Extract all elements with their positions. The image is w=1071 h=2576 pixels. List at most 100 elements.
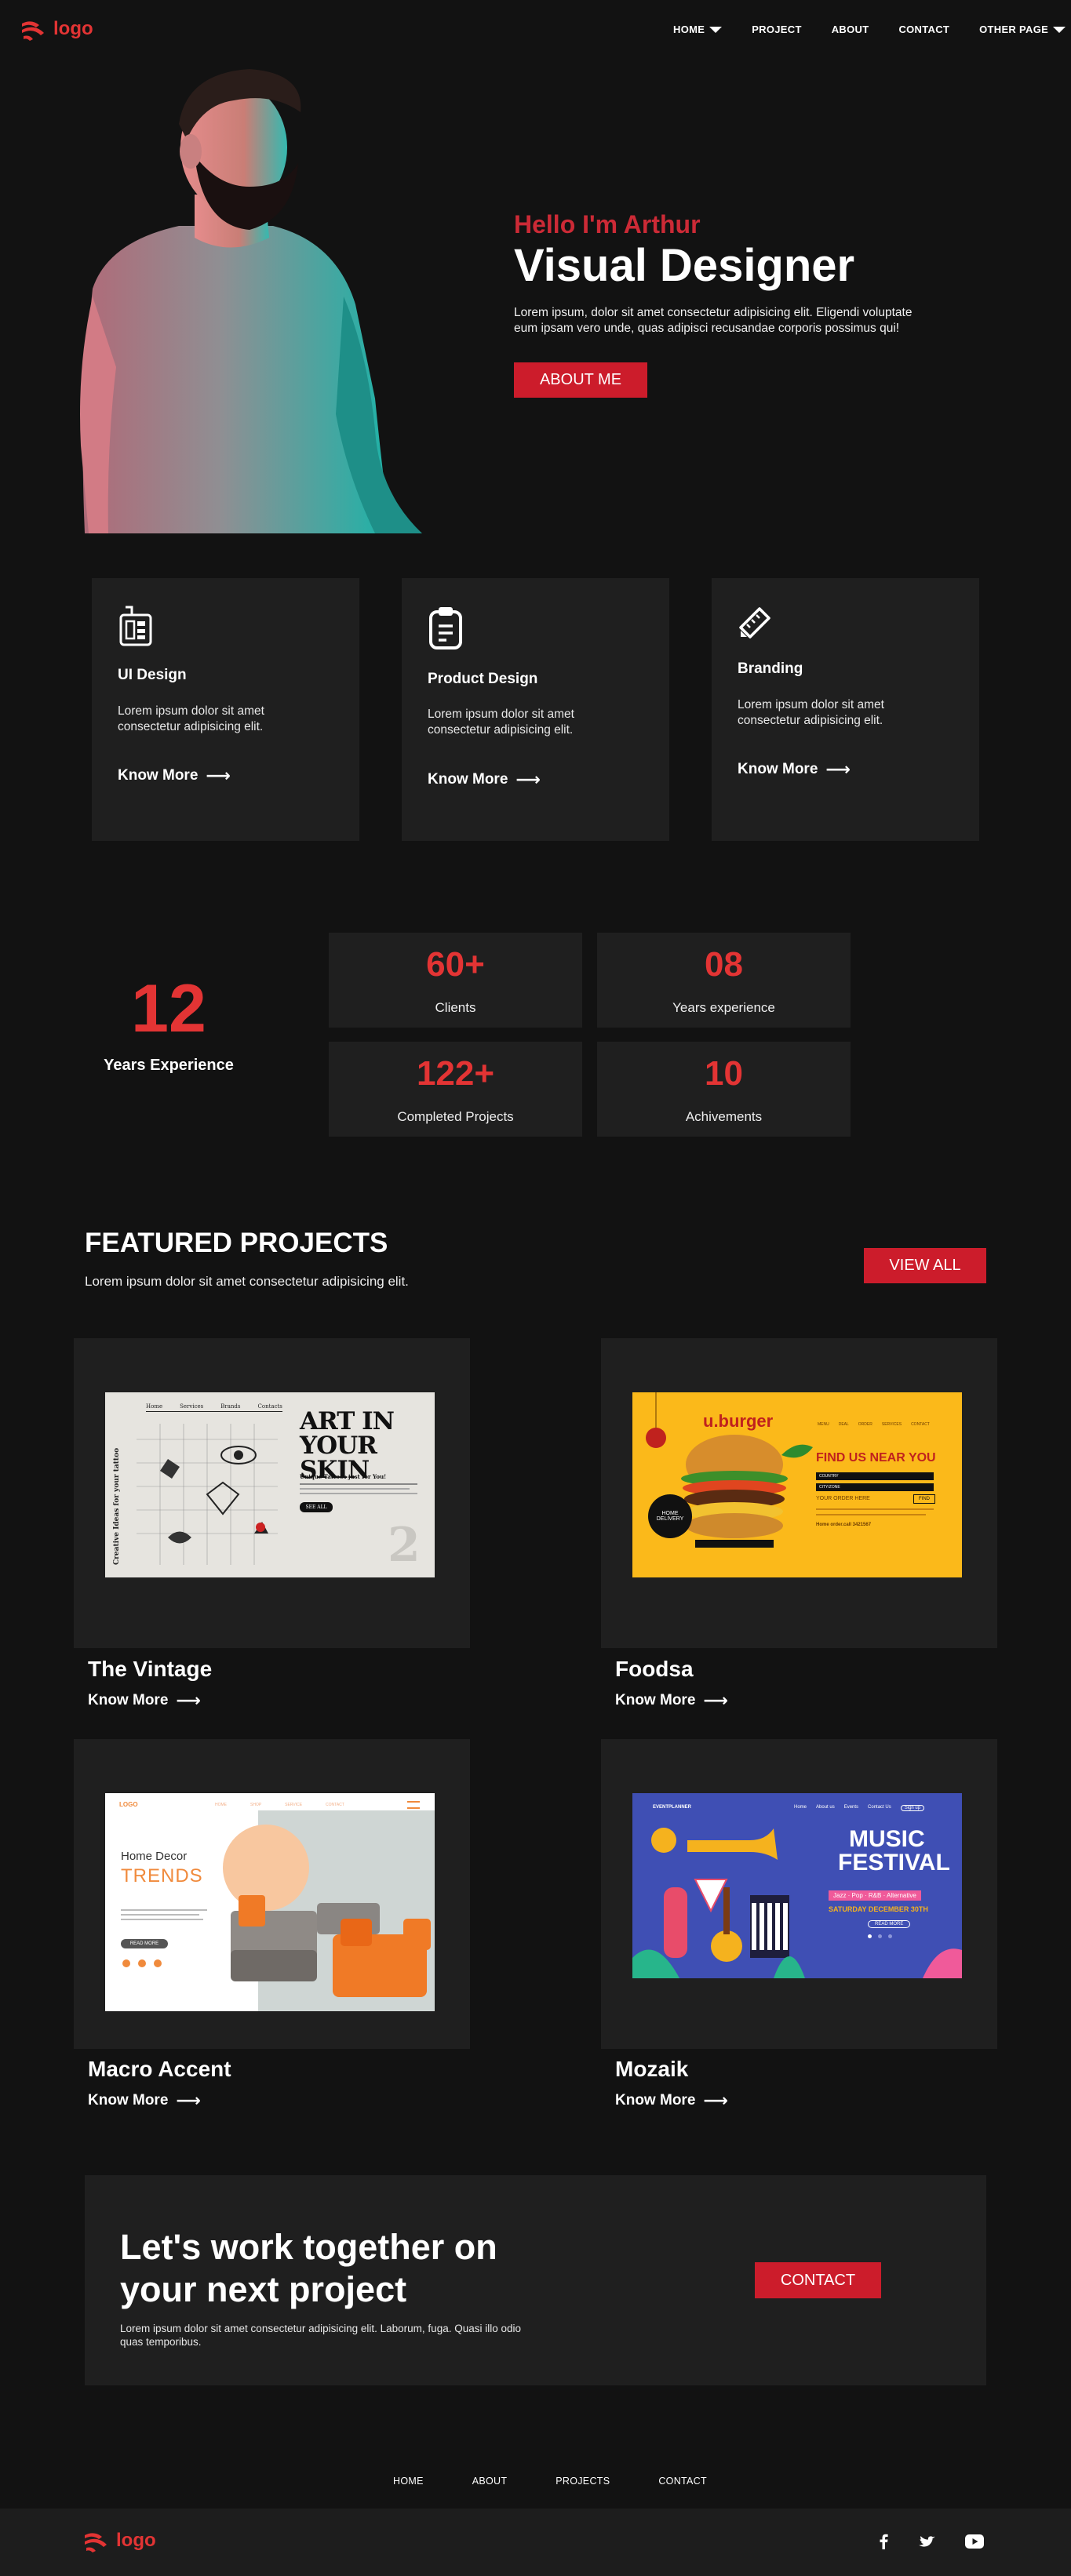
know-more-label: Know More	[428, 771, 508, 788]
hero-description: Lorem ipsum, dolor sit amet consectetur …	[514, 306, 913, 336]
thumb-date: SATURDAY DECEMBER 30TH	[829, 1905, 928, 1913]
nav-project-label: PROJECT	[752, 24, 802, 35]
cta-title-line: your next project	[120, 2269, 407, 2309]
project-card-macro-accent[interactable]: LOGO HOME SHOP SERVICE CONTACT Home Deco…	[74, 1739, 470, 2049]
logo[interactable]: logo	[20, 17, 93, 41]
view-all-button[interactable]: VIEW ALL	[864, 1248, 986, 1283]
sofa-illustration	[231, 1895, 431, 1997]
project-thumbnail: LOGO HOME SHOP SERVICE CONTACT Home Deco…	[105, 1793, 435, 2011]
experience-number: 12	[131, 971, 206, 1046]
hero-portrait	[77, 69, 430, 533]
project-card-foodsa[interactable]: u.burger MENU DEAL ORDER SERVICES CONTAC…	[601, 1338, 997, 1648]
thumb-nav: Home Services Brands Contacts	[146, 1403, 282, 1412]
nav-about-label: ABOUT	[831, 24, 869, 35]
footer-nav-projects[interactable]: PROJECTS	[556, 2476, 610, 2487]
know-more-link[interactable]: Know More ⟶	[88, 2092, 201, 2109]
project-name: Macro Accent	[88, 2057, 231, 2081]
know-more-label: Know More	[118, 767, 199, 784]
thumb-find-button: FIND	[913, 1494, 935, 1504]
know-more-label: Know More	[88, 1692, 169, 1708]
main-nav: HOME PROJECT ABOUT CONTACT OTHER PAGE	[673, 24, 1066, 35]
footer-nav-contact[interactable]: CONTACT	[658, 2476, 707, 2487]
know-more-label: Know More	[615, 1692, 696, 1708]
thumb-order-label: YOUR ORDER HERE	[816, 1496, 870, 1501]
nav-other-page-label: OTHER PAGE	[979, 24, 1049, 35]
about-me-button[interactable]: ABOUT ME	[514, 362, 647, 398]
project-card-mozaik[interactable]: EVENTPLANNER Home About us Events Contac…	[601, 1739, 997, 2049]
cta-title: Let's work together on your next project	[120, 2226, 497, 2311]
cta-section: Let's work together on your next project…	[85, 2175, 986, 2385]
service-description: Lorem ipsum dolor sit amet consectetur a…	[428, 708, 574, 737]
thumb-genres: Jazz · Pop · R&B · Alternative	[829, 1890, 921, 1901]
arrow-right-icon: ⟶	[825, 759, 851, 779]
footer-logo[interactable]: logo	[83, 2529, 156, 2552]
know-more-label: Know More	[615, 2092, 696, 2108]
stat-value: 60+	[426, 944, 485, 984]
nav-project[interactable]: PROJECT	[752, 24, 802, 35]
chevron-down-icon	[1053, 26, 1066, 33]
know-more-link[interactable]: Know More ⟶	[428, 771, 541, 788]
arrow-right-icon: ⟶	[176, 2090, 201, 2110]
footer-nav-about[interactable]: ABOUT	[472, 2476, 508, 2487]
stat-value: 10	[705, 1053, 743, 1093]
know-more-label: Know More	[88, 2092, 169, 2108]
facebook-icon[interactable]	[879, 2534, 888, 2549]
thumb-side-text: Creative Ideas for your tattoo	[113, 1447, 121, 1565]
footer-nav-home[interactable]: HOME	[393, 2476, 424, 2487]
chevron-down-icon	[709, 26, 723, 33]
stat-value: 122+	[416, 1053, 495, 1093]
thumb-logo: LOGO	[119, 1801, 138, 1808]
nav-contact-label: CONTACT	[898, 24, 950, 35]
service-description: Lorem ipsum dolor sit amet consectetur a…	[738, 698, 884, 728]
stat-box-clients: 60+ Clients	[329, 933, 582, 1028]
contact-button[interactable]: CONTACT	[755, 2262, 881, 2298]
clipboard-icon	[429, 607, 462, 649]
project-name: The Vintage	[88, 1657, 213, 1681]
nav-other-page[interactable]: OTHER PAGE	[979, 24, 1066, 35]
hero-title: Visual Designer	[514, 240, 855, 291]
thumb-brand: EVENTPLANNER	[653, 1805, 692, 1810]
know-more-link[interactable]: Know More ⟶	[88, 1692, 201, 1709]
project-thumbnail: u.burger MENU DEAL ORDER SERVICES CONTAC…	[632, 1392, 962, 1577]
know-more-link[interactable]: Know More ⟶	[615, 2092, 728, 2109]
know-more-link[interactable]: Know More ⟶	[738, 761, 851, 778]
featured-subtitle: Lorem ipsum dolor sit amet consectetur a…	[85, 1274, 409, 1289]
footer-nav: HOME ABOUT PROJECTS CONTACT	[393, 2476, 707, 2487]
experience-summary: 12 Years Experience	[78, 975, 259, 1075]
service-card-ui-design: UI Design Lorem ipsum dolor sit amet con…	[92, 578, 359, 841]
project-thumbnail: EVENTPLANNER Home About us Events Contac…	[632, 1793, 962, 1978]
thumb-headline: FIND US NEAR YOU	[816, 1451, 936, 1464]
know-more-link[interactable]: Know More ⟶	[615, 1692, 728, 1709]
hero-greeting: Hello I'm Arthur	[514, 210, 701, 238]
burger-illustration	[646, 1392, 813, 1548]
stat-box-years: 08 Years experience	[597, 933, 851, 1028]
thumb-headline: MUSIC FESTIVAL	[838, 1826, 950, 1876]
know-more-link[interactable]: Know More ⟶	[118, 767, 231, 784]
featured-title: FEATURED PROJECTS	[85, 1228, 388, 1258]
stat-value: 08	[705, 944, 743, 984]
youtube-icon[interactable]	[965, 2534, 984, 2549]
stat-label: Completed Projects	[397, 1108, 514, 1124]
twitter-icon[interactable]	[918, 2534, 935, 2549]
nav-contact[interactable]: CONTACT	[898, 24, 949, 35]
thumb-button: READ MORE	[121, 1939, 168, 1948]
logo-icon	[22, 21, 44, 41]
arrow-right-icon: ⟶	[703, 2090, 728, 2110]
project-name: Foodsa	[615, 1657, 694, 1681]
arrow-right-icon: ⟶	[176, 1690, 201, 1710]
service-card-branding: Branding Lorem ipsum dolor sit amet cons…	[712, 578, 979, 841]
nav-about[interactable]: ABOUT	[832, 24, 869, 35]
thumb-footer: Home order.call 3421567	[816, 1523, 872, 1527]
cta-title-line: Let's work together on	[120, 2227, 497, 2267]
nav-home[interactable]: HOME	[673, 24, 723, 35]
thumb-button: SEE ALL	[300, 1502, 333, 1512]
stat-label: Clients	[435, 999, 476, 1015]
experience-label: Years Experience	[104, 1057, 234, 1074]
thumb-button: READ MORE	[868, 1920, 911, 1928]
stat-label: Achivements	[685, 1108, 763, 1124]
project-card-vintage[interactable]: Home Services Brands Contacts Creative I…	[74, 1338, 470, 1648]
thumb-nav: MENU DEAL ORDER SERVICES CONTACT	[818, 1422, 930, 1427]
ruler-pencil-icon	[739, 607, 770, 639]
know-more-label: Know More	[738, 761, 818, 777]
arrow-right-icon: ⟶	[703, 1690, 728, 1710]
